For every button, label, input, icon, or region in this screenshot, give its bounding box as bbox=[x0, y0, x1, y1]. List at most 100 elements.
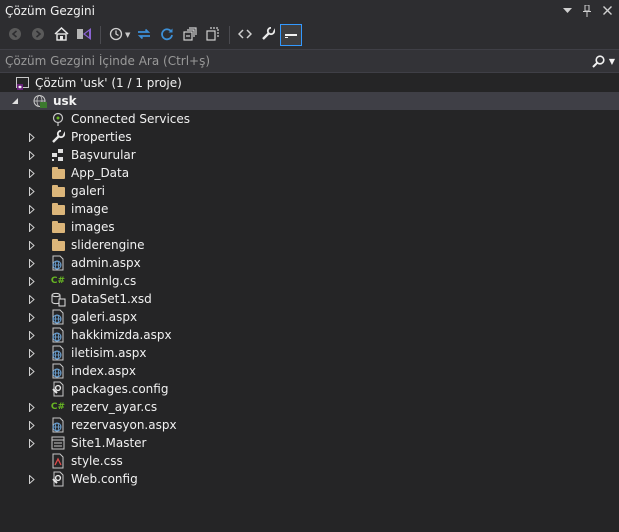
chevron-down-icon[interactable]: ▼ bbox=[609, 57, 615, 66]
collapse-all-button[interactable] bbox=[179, 24, 201, 46]
css-file-icon bbox=[50, 453, 66, 469]
pending-changes-filter-button[interactable] bbox=[105, 24, 127, 46]
tree-row-properties[interactable]: Properties bbox=[0, 128, 619, 146]
chevron-right-icon[interactable] bbox=[26, 344, 38, 362]
aspx-file-icon bbox=[50, 363, 66, 379]
panel-title: Çözüm Gezgini bbox=[5, 3, 95, 18]
master-page-icon bbox=[50, 435, 66, 451]
tree-row-file[interactable]: hakkimizda.aspx bbox=[0, 326, 619, 344]
chevron-right-icon[interactable] bbox=[26, 182, 38, 200]
dropdown-arrow-icon[interactable] bbox=[559, 3, 575, 19]
solution-label: Çözüm 'usk' (1 / 1 proje) bbox=[35, 76, 182, 90]
preview-selected-items-button[interactable] bbox=[280, 24, 303, 46]
config-file-icon bbox=[50, 471, 66, 487]
chevron-right-icon[interactable] bbox=[26, 200, 38, 218]
properties-button[interactable] bbox=[257, 24, 279, 46]
wrench-icon bbox=[50, 129, 66, 145]
tree-row-file[interactable]: Site1.Master bbox=[0, 434, 619, 452]
panel-toolbar: ▼ bbox=[0, 21, 619, 50]
chevron-right-icon[interactable] bbox=[26, 164, 38, 182]
folder-icon bbox=[50, 165, 66, 181]
tree-item-label: rezervasyon.aspx bbox=[71, 418, 177, 432]
tree-row-solution[interactable]: Çözüm 'usk' (1 / 1 proje) bbox=[0, 74, 619, 92]
chevron-right-icon[interactable] bbox=[26, 470, 38, 488]
tree-row-file[interactable]: C# adminlg.cs bbox=[0, 272, 619, 290]
tree-row-references[interactable]: Başvurular bbox=[0, 146, 619, 164]
preview-icon bbox=[284, 28, 298, 43]
solution-explorer-panel: Çözüm Gezgini ▼ Çözüm Gezgini İçinde Ara… bbox=[0, 0, 619, 532]
tree-row-project[interactable]: usk bbox=[0, 92, 619, 110]
tree-row-folder[interactable]: App_Data bbox=[0, 164, 619, 182]
tree-row-file[interactable]: DataSet1.xsd bbox=[0, 290, 619, 308]
chevron-right-icon[interactable] bbox=[26, 362, 38, 380]
chevron-right-icon[interactable] bbox=[26, 218, 38, 236]
tree-row-file[interactable]: galeri.aspx bbox=[0, 308, 619, 326]
tree-row-folder[interactable]: images bbox=[0, 218, 619, 236]
back-button[interactable] bbox=[4, 24, 26, 46]
tree-row-file[interactable]: style.css bbox=[0, 452, 619, 470]
chevron-expanded-icon[interactable] bbox=[9, 92, 21, 110]
chevron-right-icon[interactable] bbox=[26, 326, 38, 344]
tree-row-folder[interactable]: galeri bbox=[0, 182, 619, 200]
tree-row-file[interactable]: C# rezerv_ayar.cs bbox=[0, 398, 619, 416]
aspx-file-icon bbox=[50, 309, 66, 325]
chevron-right-icon[interactable] bbox=[26, 308, 38, 326]
csharp-file-icon: C# bbox=[50, 402, 66, 412]
tree-item-label: iletisim.aspx bbox=[71, 346, 147, 360]
refresh-button[interactable] bbox=[156, 24, 178, 46]
tree-item-label: admin.aspx bbox=[71, 256, 141, 270]
folder-icon bbox=[50, 237, 66, 253]
close-icon[interactable] bbox=[599, 3, 615, 19]
tree-row-file[interactable]: rezervasyon.aspx bbox=[0, 416, 619, 434]
chevron-right-icon[interactable] bbox=[26, 272, 38, 290]
sync-with-active-document-button[interactable] bbox=[133, 24, 155, 46]
chevron-down-icon[interactable]: ▼ bbox=[125, 31, 130, 39]
tree-row-file[interactable]: iletisim.aspx bbox=[0, 344, 619, 362]
solution-tree: Çözüm 'usk' (1 / 1 proje) usk Connected … bbox=[0, 73, 619, 488]
tree-item-label: DataSet1.xsd bbox=[71, 292, 152, 306]
chevron-right-icon[interactable] bbox=[26, 434, 38, 452]
pin-icon[interactable] bbox=[579, 3, 595, 19]
chevron-right-icon[interactable] bbox=[26, 236, 38, 254]
aspx-file-icon bbox=[50, 417, 66, 433]
tree-item-label: rezerv_ayar.cs bbox=[71, 400, 158, 414]
tree-item-label: packages.config bbox=[71, 382, 169, 396]
tree-item-label: image bbox=[71, 202, 109, 216]
home-button[interactable] bbox=[50, 24, 72, 46]
aspx-file-icon bbox=[50, 327, 66, 343]
tree-item-label: galeri bbox=[71, 184, 105, 198]
search-input[interactable] bbox=[5, 54, 591, 68]
tree-row-file[interactable]: index.aspx bbox=[0, 362, 619, 380]
tree-row-folder[interactable]: image bbox=[0, 200, 619, 218]
chevron-right-icon[interactable] bbox=[26, 416, 38, 434]
chevron-right-icon[interactable] bbox=[26, 128, 38, 146]
switch-views-button[interactable] bbox=[73, 24, 95, 46]
references-icon bbox=[50, 147, 66, 163]
search-icon[interactable] bbox=[591, 53, 607, 69]
tree-row-file[interactable]: packages.config bbox=[0, 380, 619, 398]
forward-button[interactable] bbox=[27, 24, 49, 46]
tree-row-folder[interactable]: sliderengine bbox=[0, 236, 619, 254]
home-icon bbox=[53, 26, 69, 44]
chevron-right-icon[interactable] bbox=[26, 146, 38, 164]
collapse-all-icon bbox=[183, 26, 197, 44]
tree-item-label: style.css bbox=[71, 454, 123, 468]
solution-search-box: ▼ bbox=[0, 50, 619, 73]
tree-row-file[interactable]: admin.aspx bbox=[0, 254, 619, 272]
code-icon bbox=[238, 28, 253, 43]
tree-item-label: Başvurular bbox=[71, 148, 136, 162]
view-code-button[interactable] bbox=[234, 24, 256, 46]
tree-row-file[interactable]: Web.config bbox=[0, 470, 619, 488]
wrench-icon bbox=[261, 26, 276, 44]
show-all-files-button[interactable] bbox=[202, 24, 224, 46]
sync-icon bbox=[136, 27, 152, 44]
chevron-right-icon[interactable] bbox=[26, 398, 38, 416]
aspx-file-icon bbox=[50, 345, 66, 361]
tree-item-label: Web.config bbox=[71, 472, 138, 486]
connected-services-icon bbox=[50, 111, 66, 127]
tree-item-label: Connected Services bbox=[71, 112, 191, 126]
chevron-right-icon[interactable] bbox=[26, 254, 38, 272]
folder-icon bbox=[50, 219, 66, 235]
tree-row-connected-services[interactable]: Connected Services bbox=[0, 110, 619, 128]
chevron-right-icon[interactable] bbox=[26, 290, 38, 308]
